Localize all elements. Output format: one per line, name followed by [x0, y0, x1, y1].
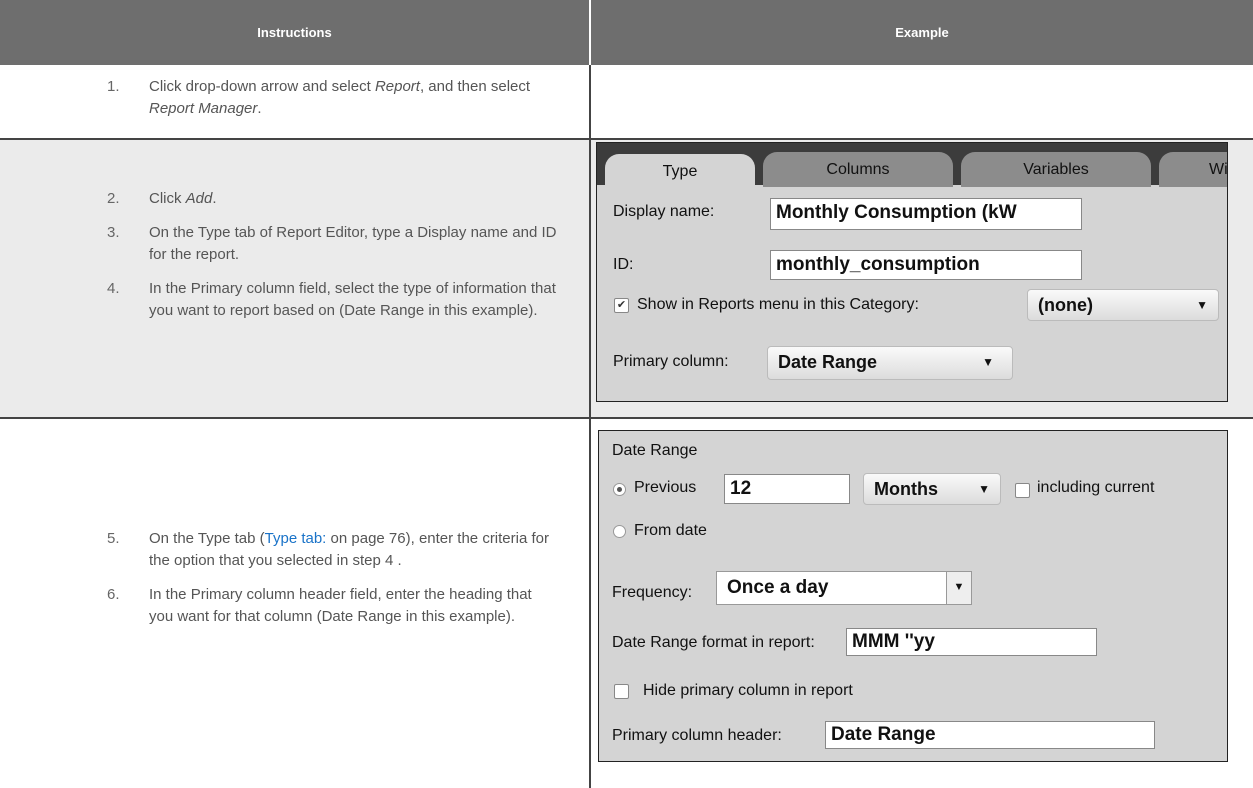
step-text: In the Primary column header field, ente… — [149, 586, 532, 625]
category-dropdown[interactable]: (none) ▼ — [1027, 289, 1219, 321]
category-value: (none) — [1038, 295, 1093, 315]
chevron-down-icon: ▼ — [1196, 298, 1208, 312]
previous-count-input[interactable]: 12 — [724, 474, 850, 504]
including-current-checkbox[interactable] — [1015, 483, 1030, 498]
units-dropdown[interactable]: Months ▼ — [863, 473, 1001, 505]
step-number: 1. — [107, 78, 120, 95]
including-current-label: including current — [1037, 479, 1155, 496]
step-1: 1. Click drop-down arrow and select Repo… — [0, 76, 560, 120]
example-header: Example — [591, 0, 1253, 65]
chevron-down-icon: ▼ — [982, 355, 994, 369]
date-range-section-title: Date Range — [612, 442, 698, 459]
primary-header-label: Primary column header: — [612, 727, 782, 744]
row-divider — [0, 138, 1253, 140]
row-divider — [0, 417, 1253, 419]
primary-column-label: Primary column: — [613, 353, 729, 370]
primary-header-input[interactable]: Date Range — [825, 721, 1155, 749]
frequency-select[interactable]: Once a day ▼ — [716, 571, 972, 605]
step-number: 5. — [107, 530, 120, 547]
chevron-down-icon: ▼ — [946, 572, 971, 604]
primary-column-dropdown[interactable]: Date Range ▼ — [767, 346, 1013, 380]
display-name-input[interactable]: Monthly Consumption (kW — [770, 198, 1082, 230]
column-divider — [589, 65, 591, 788]
report-editor-type-screenshot: Type Columns Variables Wi Display name: … — [596, 142, 1228, 402]
from-date-radio[interactable] — [613, 525, 626, 538]
hide-primary-checkbox[interactable] — [614, 684, 629, 699]
date-format-input[interactable]: MMM ''yy — [846, 628, 1097, 656]
units-value: Months — [874, 479, 938, 499]
primary-column-value: Date Range — [778, 352, 878, 372]
hide-primary-label: Hide primary column in report — [643, 682, 853, 699]
step-text: In the Primary column field, select the … — [149, 280, 556, 319]
show-in-menu-checkbox[interactable]: ✔ — [614, 298, 629, 313]
id-label: ID: — [613, 256, 634, 273]
step-number: 2. — [107, 190, 120, 207]
tab-columns[interactable]: Columns — [763, 152, 953, 187]
step-text: Click Add. — [149, 190, 217, 207]
tab-wi[interactable]: Wi — [1159, 152, 1227, 187]
tab-variables[interactable]: Variables — [961, 152, 1151, 187]
instructions-header: Instructions — [0, 0, 589, 65]
frequency-value: Once a day — [727, 577, 829, 598]
step-number: 4. — [107, 280, 120, 297]
show-in-menu-label: Show in Reports menu in this Category: — [637, 296, 919, 313]
display-name-label: Display name: — [613, 203, 715, 220]
step-text: On the Type tab (Type tab: on page 76), … — [149, 530, 549, 569]
chevron-down-icon: ▼ — [978, 482, 990, 496]
step-number: 3. — [107, 224, 120, 241]
step-text: On the Type tab of Report Editor, type a… — [149, 224, 557, 263]
frequency-label: Frequency: — [612, 584, 693, 601]
previous-radio[interactable] — [613, 483, 626, 496]
previous-label: Previous — [634, 479, 697, 496]
from-date-label: From date — [634, 522, 707, 539]
id-input[interactable]: monthly_consumption — [770, 250, 1082, 280]
tab-type[interactable]: Type — [605, 154, 755, 189]
type-tab-link[interactable]: Type tab: on page 76 — [265, 530, 406, 547]
date-format-label: Date Range format in report: — [612, 634, 815, 651]
step-number: 6. — [107, 586, 120, 603]
date-range-options-screenshot: Date Range Previous 12 Months ▼ includin… — [598, 430, 1228, 762]
step-text: Click drop-down arrow and select Report,… — [149, 78, 531, 117]
